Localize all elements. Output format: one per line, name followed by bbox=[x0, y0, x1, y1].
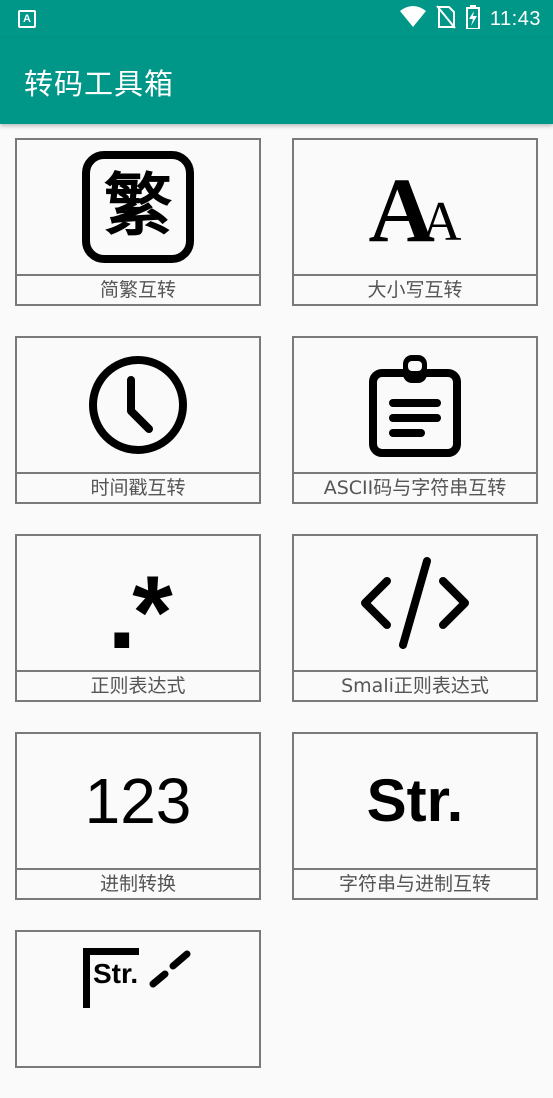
tool-icon-box[interactable] bbox=[15, 336, 261, 474]
tool-card-string-radix[interactable]: Str. 字符串与进制互转 bbox=[292, 732, 538, 900]
tool-card-radix[interactable]: 123 进制转换 bbox=[15, 732, 261, 900]
clock-icon bbox=[89, 356, 187, 454]
tool-label[interactable]: 简繁互转 bbox=[15, 274, 261, 306]
tool-card-ascii[interactable]: ASCII码与字符串互转 bbox=[292, 336, 538, 504]
tool-label[interactable]: ASCII码与字符串互转 bbox=[292, 472, 538, 504]
app-notification-icon: A bbox=[18, 10, 36, 28]
tool-card-smali-regex[interactable]: Smali正则表达式 bbox=[292, 534, 538, 702]
tool-icon-box[interactable]: 123 bbox=[15, 732, 261, 870]
case-icon: A A bbox=[368, 159, 462, 261]
app-title: 转码工具箱 bbox=[24, 67, 175, 101]
status-bar: A 11:43 bbox=[0, 0, 553, 38]
app-bar: 转码工具箱 bbox=[0, 38, 553, 124]
tool-label[interactable]: 进制转换 bbox=[15, 868, 261, 900]
no-sim-icon bbox=[436, 5, 456, 33]
tool-icon-box[interactable]: Str. bbox=[292, 732, 538, 870]
number-icon: 123 bbox=[84, 765, 192, 837]
tool-icon-box[interactable]: 繁 bbox=[15, 138, 261, 276]
tool-label[interactable]: 大小写互转 bbox=[292, 274, 538, 306]
tool-grid: 繁 简繁互转 A A 大小写互转 时间戳互转 ASCII码与字符串互转 .* 正… bbox=[0, 124, 553, 1068]
tool-icon-box[interactable]: A A bbox=[292, 138, 538, 276]
tool-label[interactable]: 时间戳互转 bbox=[15, 472, 261, 504]
tool-icon-box[interactable]: Str. bbox=[15, 930, 261, 1068]
battery-charging-icon bbox=[465, 5, 480, 33]
tool-icon-box[interactable]: .* bbox=[15, 534, 261, 672]
string-icon: Str. bbox=[366, 767, 464, 834]
wifi-icon bbox=[399, 6, 426, 32]
tool-card-case[interactable]: A A 大小写互转 bbox=[292, 138, 538, 306]
clipboard-icon bbox=[369, 355, 461, 457]
tool-card-regex[interactable]: .* 正则表达式 bbox=[15, 534, 261, 702]
regex-icon: .* bbox=[107, 555, 172, 671]
tool-card-string-edit[interactable]: Str. bbox=[15, 930, 261, 1098]
tool-label[interactable]: 字符串与进制互转 bbox=[292, 868, 538, 900]
status-time: 11:43 bbox=[489, 7, 541, 30]
tool-icon-box[interactable] bbox=[292, 336, 538, 474]
tool-card-timestamp[interactable]: 时间戳互转 bbox=[15, 336, 261, 504]
string-edit-icon: Str. bbox=[83, 948, 193, 1008]
tool-card-traditional-simplified[interactable]: 繁 简繁互转 bbox=[15, 138, 261, 306]
tool-icon-box[interactable] bbox=[292, 534, 538, 672]
traditional-char-icon: 繁 bbox=[82, 151, 194, 263]
tool-label[interactable]: 正则表达式 bbox=[15, 670, 261, 702]
code-icon bbox=[361, 557, 469, 649]
tool-label[interactable]: Smali正则表达式 bbox=[292, 670, 538, 702]
